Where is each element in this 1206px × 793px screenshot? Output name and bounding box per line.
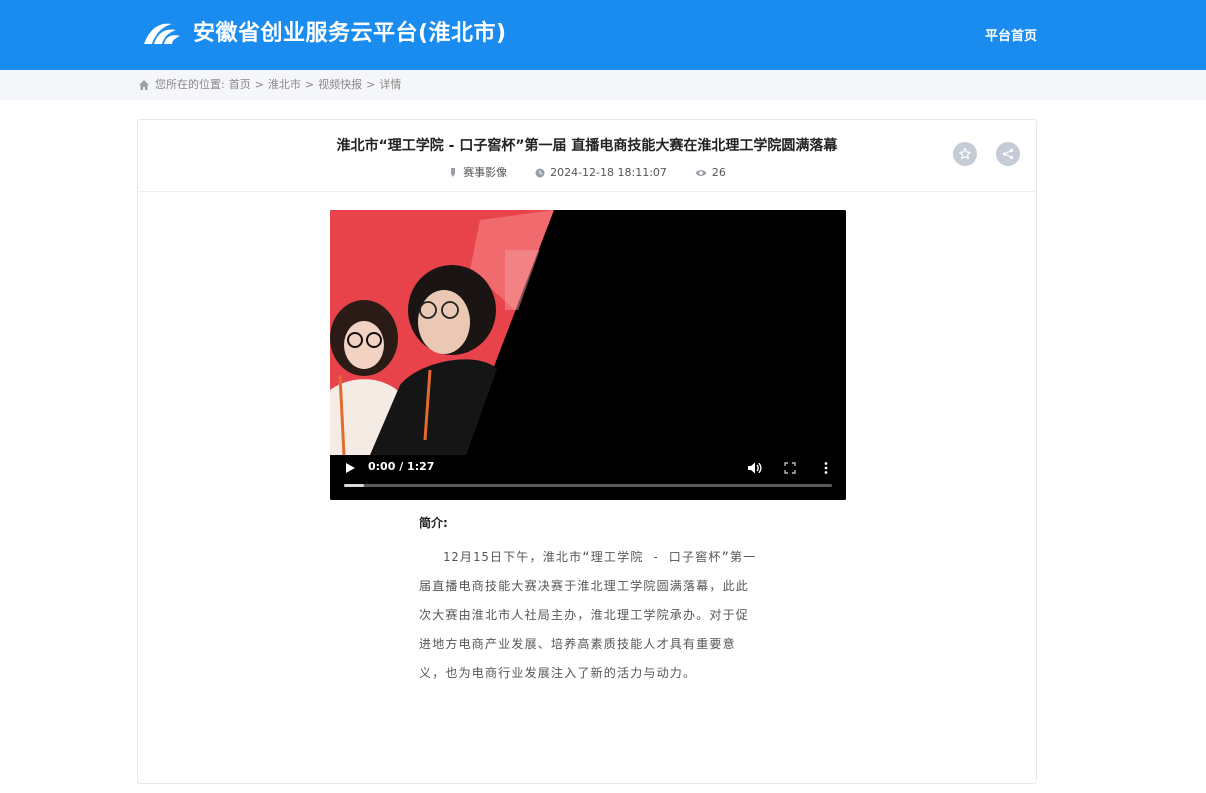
views-meta: 26: [695, 166, 726, 180]
article-views: 26: [711, 166, 726, 179]
breadcrumb-prefix: 您所在的位置:: [155, 78, 225, 91]
video-time: 0:00 / 1:27: [368, 460, 435, 473]
volume-icon[interactable]: [746, 460, 762, 476]
breadcrumb-home[interactable]: 首页: [229, 77, 251, 93]
fullscreen-icon[interactable]: [782, 460, 798, 476]
breadcrumb: 您所在的位置: 首页 > 淮北市 > 视频快报 > 详情: [138, 77, 401, 93]
article-meta: 赛事影像 2024-12-18 18:11:07 26: [138, 166, 1036, 180]
video-player[interactable]: 0:00 / 1:27: [330, 210, 846, 500]
breadcrumb-city[interactable]: 淮北市: [268, 77, 301, 93]
category-meta: 赛事影像: [448, 166, 507, 180]
intro-section: 简介: 12月15日下午，淮北市“理工学院 - 口子窖杯”第一届直播电商技能大赛…: [419, 515, 759, 688]
share-icon: [1002, 148, 1014, 160]
article-datetime: 2024-12-18 18:11:07: [550, 166, 667, 179]
article-card: 淮北市“理工学院 - 口子窖杯”第一届 直播电商技能大赛在淮北理工学院圆满落幕 …: [137, 119, 1037, 784]
star-icon: [959, 147, 971, 160]
clock-icon: [535, 168, 545, 178]
breadcrumb-current: 详情: [379, 78, 402, 91]
video-progress-fill: [344, 484, 364, 487]
intro-label: 简介:: [419, 516, 448, 530]
home-icon: [139, 80, 149, 90]
favorite-button[interactable]: [953, 142, 977, 166]
share-button[interactable]: [996, 142, 1020, 166]
eye-icon: [695, 170, 707, 176]
top-header: 安徽省创业服务云平台(淮北市) 平台首页: [0, 0, 1206, 70]
tag-icon: [451, 168, 456, 177]
intro-text: 12月15日下午，淮北市“理工学院 - 口子窖杯”第一届直播电商技能大赛决赛于淮…: [419, 550, 757, 680]
breadcrumb-bar: 您所在的位置: 首页 > 淮北市 > 视频快报 > 详情: [0, 70, 1206, 100]
video-progress-bar[interactable]: [344, 484, 832, 487]
article-category: 赛事影像: [463, 166, 508, 179]
nav-home-link[interactable]: 平台首页: [985, 29, 1037, 45]
play-icon[interactable]: [344, 462, 356, 474]
breadcrumb-video-news[interactable]: 视频快报: [318, 77, 362, 93]
breadcrumb-separator: >: [254, 78, 264, 91]
wave-logo-icon: [144, 23, 180, 44]
more-options-icon[interactable]: [818, 460, 834, 476]
video-controls: 0:00 / 1:27: [330, 450, 846, 500]
article-title: 淮北市“理工学院 - 口子窖杯”第一届 直播电商技能大赛在淮北理工学院圆满落幕: [336, 138, 838, 154]
datetime-meta: 2024-12-18 18:11:07: [535, 166, 667, 180]
breadcrumb-separator: >: [366, 78, 376, 91]
article-header: 淮北市“理工学院 - 口子窖杯”第一届 直播电商技能大赛在淮北理工学院圆满落幕 …: [138, 120, 1036, 192]
breadcrumb-separator: >: [304, 78, 315, 91]
site-title: 安徽省创业服务云平台(淮北市): [193, 21, 507, 46]
